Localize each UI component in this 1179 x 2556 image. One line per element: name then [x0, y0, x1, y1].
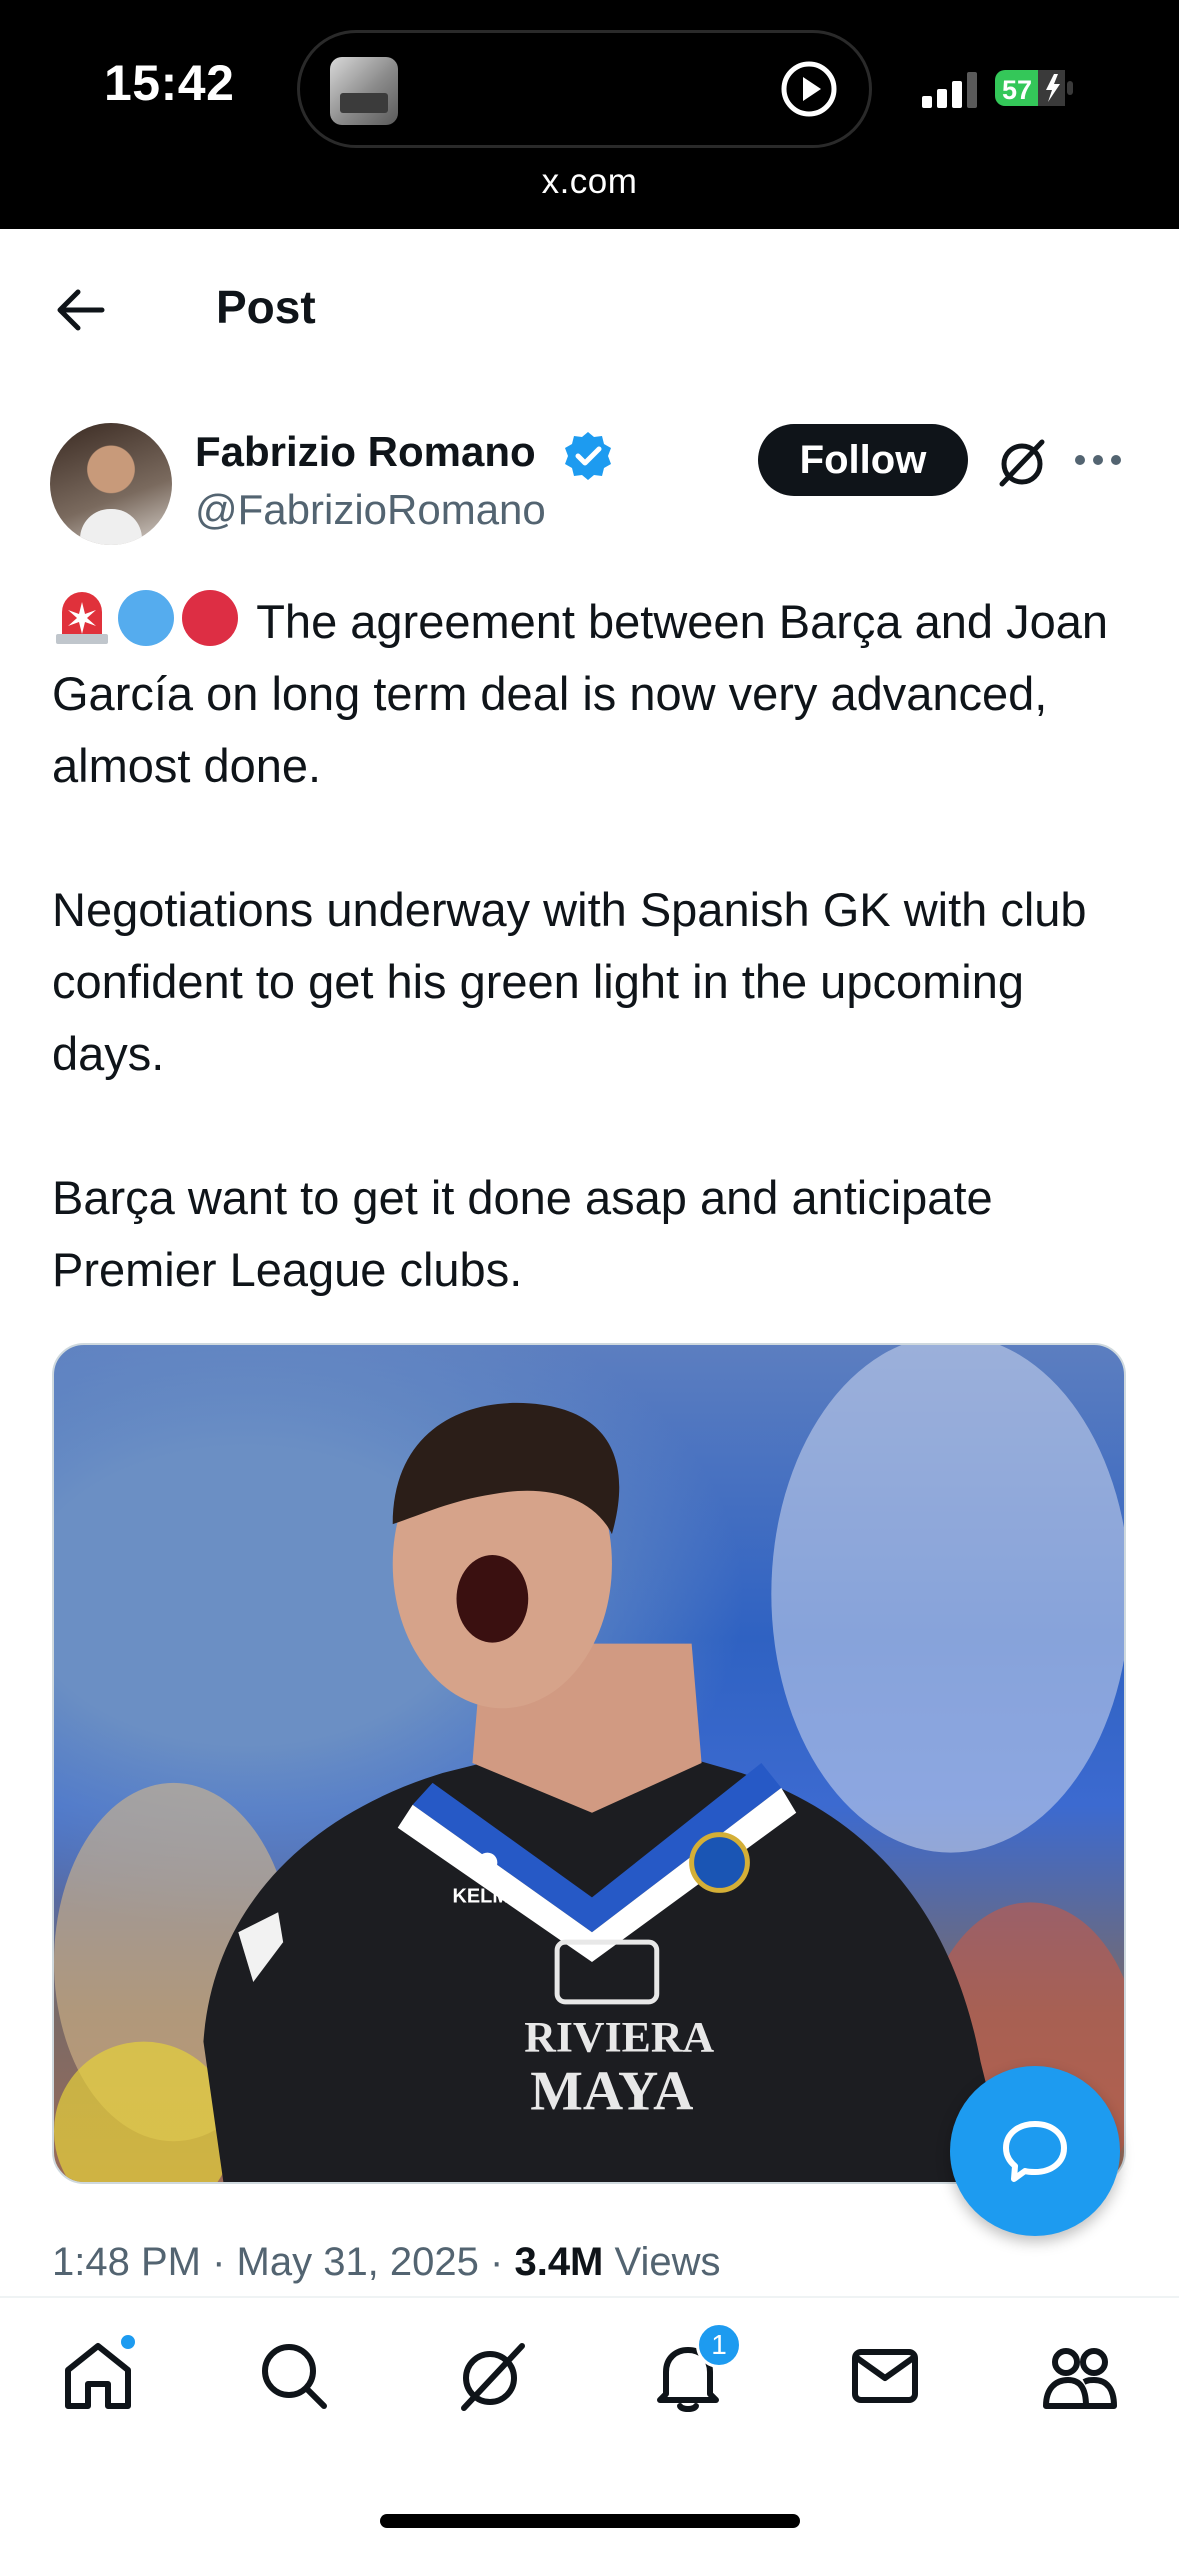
compose-reply-button[interactable] — [950, 2066, 1120, 2236]
page-title: Post — [216, 281, 316, 333]
chat-bubble-icon — [1003, 2121, 1067, 2182]
tweet-text: The agreement between Barça and Joan Gar… — [52, 586, 1132, 1306]
url-label[interactable]: x.com — [0, 162, 1179, 202]
communities-icon — [1043, 2348, 1117, 2409]
sponsor-line-1: RIVIERA — [524, 2014, 714, 2062]
dynamic-island[interactable] — [297, 30, 872, 148]
player-photo: KELME RIVIERA MAYA — [54, 1345, 1124, 2182]
nav-notifications[interactable]: 1 — [648, 2322, 742, 2416]
views-label: Views — [614, 2240, 721, 2284]
tweet-timestamp[interactable]: 1:48 PM · May 31, 2025 · — [52, 2240, 503, 2284]
verified-badge-icon[interactable] — [562, 430, 614, 482]
battery-level: 57 — [1002, 75, 1032, 105]
tweet-meta: 1:48 PM · May 31, 2025 · 3.4M Views — [52, 2240, 721, 2285]
grok-icon[interactable] — [994, 434, 1050, 490]
status-time: 15:42 — [104, 55, 235, 111]
now-playing-artwork — [330, 57, 398, 125]
nav-communities[interactable] — [1040, 2336, 1120, 2416]
tweet-image[interactable]: KELME RIVIERA MAYA — [52, 1343, 1126, 2184]
home-indicator — [380, 2514, 800, 2528]
messages-icon — [852, 2349, 918, 2403]
nav-search[interactable] — [254, 2336, 334, 2416]
grok-icon — [461, 2343, 525, 2411]
rotating-light-icon — [56, 592, 108, 644]
tweet-paragraph-2: Negotiations underway with Spanish GK wi… — [52, 883, 1087, 1080]
signal-icon — [922, 72, 977, 108]
blue-circle-icon — [118, 590, 174, 646]
status-bar: 15:42 57 x.com — [0, 0, 1179, 229]
follow-button[interactable]: Follow — [758, 424, 968, 496]
views-count[interactable]: 3.4M — [514, 2240, 603, 2284]
tweet-paragraph: The agreement between Barça and Joan Gar… — [52, 586, 1132, 802]
search-icon — [262, 2344, 327, 2409]
notification-badge: 1 — [696, 2322, 742, 2368]
more-options-icon[interactable] — [1074, 445, 1122, 475]
author-name[interactable]: Fabrizio Romano — [195, 428, 536, 476]
battery-icon: 57 — [995, 70, 1073, 106]
shirt-brand-label: KELME — [453, 1885, 523, 1907]
avatar[interactable] — [50, 423, 172, 545]
tweet-paragraph-3: Barça want to get it done asap and antic… — [52, 1171, 993, 1296]
author-handle[interactable]: @FabrizioRomano — [195, 486, 546, 534]
play-icon[interactable] — [779, 59, 839, 119]
nav-home[interactable] — [58, 2332, 138, 2416]
nav-grok[interactable] — [452, 2336, 532, 2416]
red-circle-icon — [182, 590, 238, 646]
sponsor-line-2: MAYA — [530, 2060, 693, 2122]
home-unread-dot — [118, 2332, 138, 2352]
arrow-left-icon[interactable] — [52, 282, 108, 338]
nav-messages[interactable] — [845, 2336, 925, 2416]
